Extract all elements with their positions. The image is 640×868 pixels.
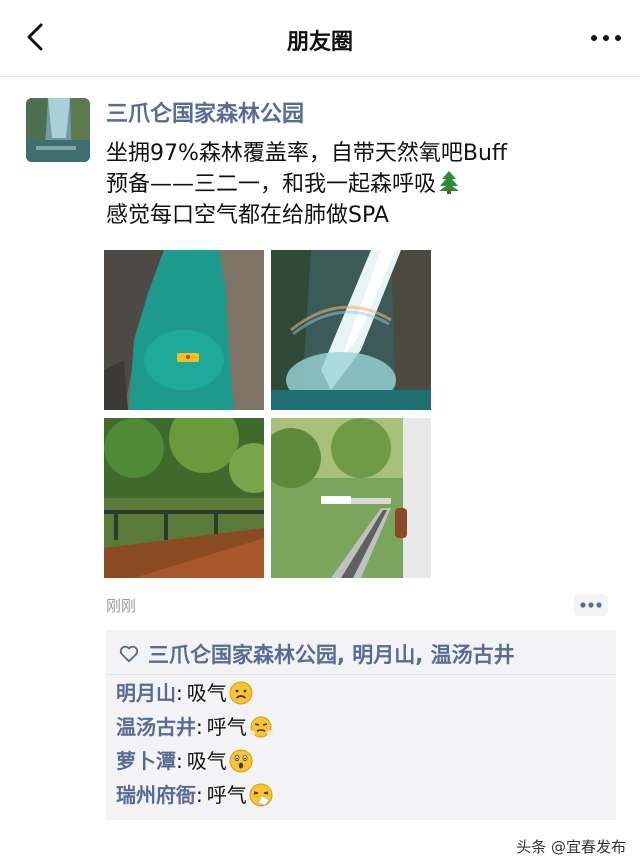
comment-author[interactable]: 萝卜潭: [116, 746, 176, 776]
post-text-line: 坐拥97%森林覆盖率，自带天然氧吧Buff: [106, 141, 508, 166]
interaction-panel: 三爪仑国家森林公园, 明月山, 温汤古井 明月山: 吸气 温汤古井: 呼气 萝卜…: [106, 630, 616, 820]
comment-author[interactable]: 明月山: [116, 678, 176, 708]
liked-by-names[interactable]: 三爪仑国家森林公园, 明月山, 温汤古井: [148, 639, 515, 669]
comment-author[interactable]: 温汤古井: [116, 712, 196, 742]
page-title: 朋友圈: [286, 30, 353, 55]
avatar[interactable]: [26, 98, 90, 162]
sneezing-face-icon: [249, 783, 273, 807]
evergreen-tree-icon: [439, 171, 460, 194]
comment-text: 吸气: [186, 749, 227, 773]
comment-row[interactable]: 明月山: 吸气: [116, 678, 253, 708]
comment-author[interactable]: 瑞州府衙: [116, 780, 196, 810]
comment-text: 呼气: [206, 783, 247, 807]
comment-row[interactable]: 萝卜潭: 吸气: [116, 746, 253, 776]
nav-bar: 朋友圈: [0, 0, 640, 77]
more-options-icon[interactable]: [590, 28, 622, 48]
watermark: 头条 @宜春发布: [516, 838, 626, 856]
waterfall-rainbow-photo[interactable]: [271, 250, 431, 410]
divider: [106, 674, 616, 675]
post-text-line: 感觉每口空气都在给肺做SPA: [106, 203, 389, 228]
post-text: 坐拥97%森林覆盖率，自带天然氧吧Buff 预备——三二一，和我一起森呼吸 感觉…: [106, 138, 616, 231]
mountain-train-track-photo[interactable]: [271, 418, 431, 578]
post-timestamp: 刚刚: [106, 597, 137, 615]
face-with-steam-icon: [248, 716, 273, 738]
comment-row[interactable]: 瑞州府衙: 呼气: [116, 780, 273, 810]
frowning-face-icon: [229, 681, 253, 705]
astonished-face-icon: [229, 749, 253, 773]
post-text-line: 预备——三二一，和我一起森呼吸: [106, 169, 616, 200]
comment-text: 呼气: [206, 715, 247, 739]
comment-text: 吸气: [186, 681, 227, 705]
post-actions-icon[interactable]: [574, 594, 608, 616]
likes-row: 三爪仑国家森林公园, 明月山, 温汤古井: [118, 636, 515, 672]
gorge-pool-raft-photo[interactable]: [104, 250, 264, 410]
heart-icon: [119, 645, 139, 663]
post-author-name[interactable]: 三爪仑国家森林公园: [106, 96, 304, 128]
comment-row[interactable]: 温汤古井: 呼气: [116, 712, 273, 742]
forest-boardwalk-leaves-photo[interactable]: [104, 418, 264, 578]
